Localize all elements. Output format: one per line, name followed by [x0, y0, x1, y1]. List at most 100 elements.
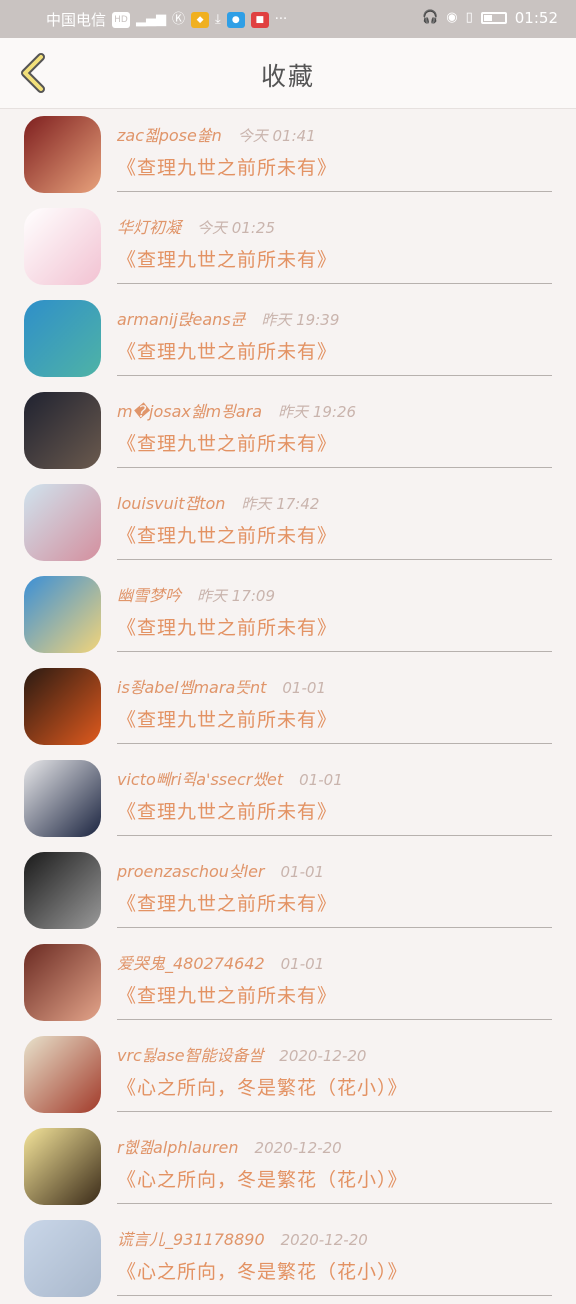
- avatar[interactable]: [24, 1220, 101, 1297]
- vibrate-icon: ▯: [465, 10, 473, 25]
- book-title[interactable]: 《查理九世之前所未有》: [117, 889, 337, 916]
- user-name[interactable]: 谎言儿_931178890: [117, 1230, 265, 1249]
- signal-icon: ▂▄▆: [136, 11, 167, 27]
- page-title: 收藏: [260, 62, 315, 91]
- divider: [117, 375, 552, 376]
- eye-icon: ◉: [446, 10, 458, 25]
- avatar[interactable]: [24, 668, 101, 745]
- divider: [117, 467, 552, 468]
- user-name[interactable]: armanij랹eans큔: [117, 310, 245, 329]
- favorite-item[interactable]: 谎言儿_931178890 2020-12-20 《心之所向，冬是繁花（花小）》: [0, 1212, 576, 1304]
- favorite-item[interactable]: louisvuit쟵ton 昨天 17:42 《查理九世之前所未有》: [0, 476, 576, 568]
- status-left: 中国电信 HD ▂▄▆ Ⓚ ◆ ⤓ ● ■ ···: [46, 9, 287, 30]
- app-shop-icon: ◆: [191, 11, 210, 28]
- user-name[interactable]: 幽雪梦吟: [117, 586, 181, 605]
- divider: [117, 1295, 552, 1296]
- user-name[interactable]: victo뻬ri쥑a'ssecr쌨et: [117, 770, 283, 789]
- user-name[interactable]: 爱哭鬼_480274642: [117, 954, 265, 973]
- timestamp: 01-01: [280, 863, 325, 881]
- timestamp: 2020-12-20: [254, 1139, 342, 1157]
- item-meta: r혮곎alphlauren 2020-12-20: [117, 1134, 342, 1158]
- avatar[interactable]: [24, 392, 101, 469]
- book-title[interactable]: 《查理九世之前所未有》: [117, 797, 337, 824]
- favorite-item[interactable]: 华灯初凝 今天 01:25 《查理九世之前所未有》: [0, 200, 576, 292]
- book-title[interactable]: 《查理九世之前所未有》: [117, 521, 337, 548]
- item-meta: 华灯初凝 今天 01:25: [117, 214, 275, 238]
- book-title[interactable]: 《心之所向，冬是繁花（花小）》: [117, 1165, 408, 1192]
- user-name[interactable]: r혮곎alphlauren: [117, 1138, 239, 1157]
- avatar[interactable]: [24, 300, 101, 377]
- timestamp: 昨天 19:39: [261, 311, 340, 329]
- status-bar: 中国电信 HD ▂▄▆ Ⓚ ◆ ⤓ ● ■ ··· 🎧 ◉ ▯ 01:52: [0, 0, 576, 38]
- timestamp: 2020-12-20: [279, 1047, 367, 1065]
- timestamp: 2020-12-20: [280, 1231, 368, 1249]
- favorite-item[interactable]: armanij랹eans큔 昨天 19:39 《查理九世之前所未有》: [0, 292, 576, 384]
- book-title[interactable]: 《心之所向，冬是繁花（花小）》: [117, 1073, 408, 1100]
- favorite-item[interactable]: m�josax쉚m묑ara 昨天 19:26 《查理九世之前所未有》: [0, 384, 576, 476]
- divider: [117, 743, 552, 744]
- user-name[interactable]: 华灯初凝: [117, 218, 181, 237]
- favorite-item[interactable]: r혮곎alphlauren 2020-12-20 《心之所向，冬是繁花（花小）》: [0, 1120, 576, 1212]
- book-title[interactable]: 《查理九世之前所未有》: [117, 613, 337, 640]
- favorite-item[interactable]: is좡abel쏌mara뜻nt 01-01 《查理九世之前所未有》: [0, 660, 576, 752]
- user-name[interactable]: is좡abel쏌mara뜻nt: [117, 678, 266, 697]
- item-meta: 幽雪梦吟 昨天 17:09: [117, 582, 275, 606]
- avatar[interactable]: [24, 1036, 101, 1113]
- item-meta: 谎言儿_931178890 2020-12-20: [117, 1226, 368, 1250]
- avatar[interactable]: [24, 208, 101, 285]
- avatar[interactable]: [24, 944, 101, 1021]
- book-title[interactable]: 《查理九世之前所未有》: [117, 245, 337, 272]
- user-name[interactable]: proenzaschou샂ler: [117, 862, 265, 881]
- divider: [117, 651, 552, 652]
- book-title[interactable]: 《查理九世之前所未有》: [117, 153, 337, 180]
- user-name[interactable]: zac졟pose쑕n: [117, 126, 222, 145]
- book-title[interactable]: 《查理九世之前所未有》: [117, 705, 337, 732]
- item-meta: victo뻬ri쥑a'ssecr쌨et 01-01: [117, 766, 343, 790]
- timestamp: 昨天 19:26: [278, 403, 357, 421]
- divider: [117, 835, 552, 836]
- user-name[interactable]: vrc뒳ase智能设备쌀: [117, 1046, 263, 1065]
- favorite-item[interactable]: vrc뒳ase智能设备쌀 2020-12-20 《心之所向，冬是繁花（花小）》: [0, 1028, 576, 1120]
- item-meta: zac졟pose쑕n 今天 01:41: [117, 122, 316, 146]
- item-meta: proenzaschou샂ler 01-01: [117, 858, 324, 882]
- avatar[interactable]: [24, 1128, 101, 1205]
- book-title[interactable]: 《查理九世之前所未有》: [117, 429, 337, 456]
- divider: [117, 1019, 552, 1020]
- item-meta: vrc뒳ase智能设备쌀 2020-12-20: [117, 1042, 366, 1066]
- avatar[interactable]: [24, 852, 101, 929]
- book-title[interactable]: 《查理九世之前所未有》: [117, 981, 337, 1008]
- app-chat-icon: ●: [226, 11, 245, 28]
- favorite-item[interactable]: zac졟pose쑕n 今天 01:41 《查理九世之前所未有》: [0, 108, 576, 200]
- book-title[interactable]: 《查理九世之前所未有》: [117, 337, 337, 364]
- timestamp: 今天 01:41: [237, 127, 316, 145]
- divider: [117, 191, 552, 192]
- item-meta: is좡abel쏌mara뜻nt 01-01: [117, 674, 326, 698]
- divider: [117, 1111, 552, 1112]
- timestamp: 01-01: [299, 771, 343, 789]
- divider: [117, 927, 552, 928]
- favorite-item[interactable]: victo뻬ri쥑a'ssecr쌨et 01-01 《查理九世之前所未有》: [0, 752, 576, 844]
- avatar[interactable]: [24, 760, 101, 837]
- carrier-label: 中国电信: [46, 11, 107, 29]
- more-icon: ···: [274, 11, 288, 27]
- divider: [117, 559, 552, 560]
- favorite-item[interactable]: 幽雪梦吟 昨天 17:09 《查理九世之前所未有》: [0, 568, 576, 660]
- user-name[interactable]: m�josax쉚m묑ara: [117, 402, 262, 421]
- item-meta: louisvuit쟵ton 昨天 17:42: [117, 490, 319, 514]
- timestamp: 01-01: [282, 679, 326, 697]
- item-meta: armanij랹eans큔 昨天 19:39: [117, 306, 339, 330]
- user-name[interactable]: louisvuit쟵ton: [117, 494, 225, 513]
- status-right: 🎧 ◉ ▯ 01:52: [422, 9, 558, 27]
- download-icon: ⤓: [215, 11, 221, 27]
- favorite-item[interactable]: proenzaschou샂ler 01-01 《查理九世之前所未有》: [0, 844, 576, 936]
- avatar[interactable]: [24, 576, 101, 653]
- divider: [117, 283, 552, 284]
- app-header: 收藏: [0, 38, 576, 109]
- divider: [117, 1203, 552, 1204]
- favorite-item[interactable]: 爱哭鬼_480274642 01-01 《查理九世之前所未有》: [0, 936, 576, 1028]
- battery-icon: [480, 12, 507, 24]
- avatar[interactable]: [24, 116, 101, 193]
- avatar[interactable]: [24, 484, 101, 561]
- item-meta: 爱哭鬼_480274642 01-01: [117, 950, 324, 974]
- item-meta: m�josax쉚m묑ara 昨天 19:26: [117, 398, 356, 422]
